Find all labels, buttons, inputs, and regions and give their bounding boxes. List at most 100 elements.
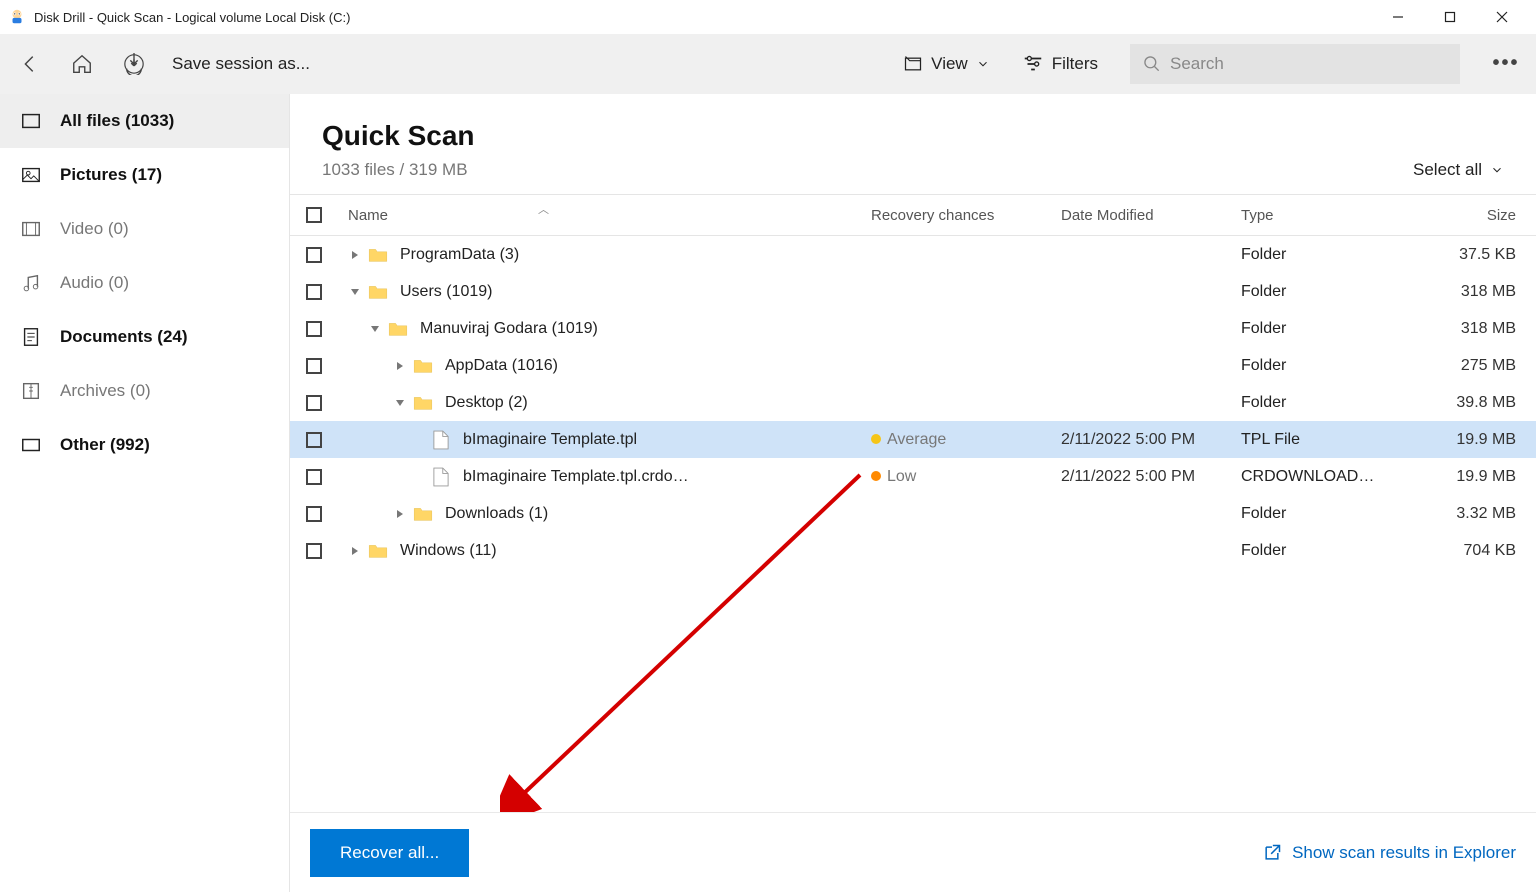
item-name: Manuviraj Godara (1019) <box>420 320 598 338</box>
select-all-button[interactable]: Select all <box>1413 160 1504 180</box>
file-size: 318 MB <box>1406 283 1536 301</box>
file-icon <box>433 467 451 487</box>
folder-icon <box>368 543 388 559</box>
col-type[interactable]: Type <box>1241 207 1406 224</box>
minimize-button[interactable] <box>1372 2 1424 32</box>
row-checkbox[interactable] <box>306 284 322 300</box>
file-size: 19.9 MB <box>1406 468 1536 486</box>
back-button[interactable] <box>12 46 48 82</box>
expand-caret-icon[interactable] <box>368 322 382 336</box>
folder-row[interactable]: Users (1019)Folder318 MB <box>290 273 1536 310</box>
sidebar: All files (1033) Pictures (17) Video (0) Au… <box>0 94 290 892</box>
date-modified: 2/11/2022 5:00 PM <box>1061 468 1241 486</box>
file-type: Folder <box>1241 542 1406 560</box>
page-title: Quick Scan <box>322 120 475 152</box>
col-name[interactable]: Name︿ <box>338 207 871 224</box>
col-date[interactable]: Date Modified <box>1061 207 1241 224</box>
sidebar-item-documents[interactable]: Documents (24) <box>0 310 289 364</box>
file-size: 275 MB <box>1406 357 1536 375</box>
row-checkbox[interactable] <box>306 543 322 559</box>
row-checkbox[interactable] <box>306 469 322 485</box>
maximize-button[interactable] <box>1424 2 1476 32</box>
folder-row[interactable]: Downloads (1) Folder3.32 MB <box>290 495 1536 532</box>
search-box[interactable] <box>1130 44 1460 84</box>
folder-icon <box>413 506 433 522</box>
audio-icon <box>20 272 42 294</box>
file-icon <box>433 430 451 450</box>
file-type: CRDOWNLOAD… <box>1241 468 1406 486</box>
search-icon <box>1142 54 1162 74</box>
window-title: Disk Drill - Quick Scan - Logical volume… <box>34 10 350 25</box>
folder-icon <box>368 284 388 300</box>
row-checkbox[interactable] <box>306 247 322 263</box>
row-checkbox[interactable] <box>306 432 322 448</box>
sidebar-item-label: Other (992) <box>60 435 150 455</box>
folder-icon <box>413 358 433 374</box>
archives-icon <box>20 380 42 402</box>
recovery-dot-icon <box>871 471 881 481</box>
sidebar-item-label: Audio (0) <box>60 273 129 293</box>
recover-all-button[interactable]: Recover all... <box>310 829 469 877</box>
home-button[interactable] <box>64 46 100 82</box>
folder-row[interactable]: ProgramData (3)Folder37.5 KB <box>290 236 1536 273</box>
filters-button[interactable]: Filters <box>1022 53 1098 75</box>
file-size: 318 MB <box>1406 320 1536 338</box>
folder-row[interactable]: Windows (11)Folder704 KB <box>290 532 1536 569</box>
file-size: 37.5 KB <box>1406 246 1536 264</box>
sidebar-item-label: Pictures (17) <box>60 165 162 185</box>
expand-caret-icon[interactable] <box>393 507 407 521</box>
file-type: Folder <box>1241 246 1406 264</box>
sidebar-item-archives[interactable]: Archives (0) <box>0 364 289 418</box>
col-size[interactable]: Size <box>1406 207 1536 224</box>
save-session-icon[interactable] <box>116 46 152 82</box>
folder-icon <box>368 247 388 263</box>
expand-caret-icon[interactable] <box>348 544 362 558</box>
sidebar-item-pictures[interactable]: Pictures (17) <box>0 148 289 202</box>
expand-caret-icon[interactable] <box>348 285 362 299</box>
view-menu[interactable]: View <box>903 54 990 74</box>
expand-caret-icon[interactable] <box>393 396 407 410</box>
row-checkbox[interactable] <box>306 506 322 522</box>
item-name: Windows (11) <box>400 542 497 560</box>
sidebar-item-label: All files (1033) <box>60 111 174 131</box>
folder-icon <box>388 321 408 337</box>
close-button[interactable] <box>1476 2 1528 32</box>
date-modified: 2/11/2022 5:00 PM <box>1061 431 1241 449</box>
file-type: Folder <box>1241 505 1406 523</box>
show-in-explorer-link[interactable]: Show scan results in Explorer <box>1262 843 1516 863</box>
page-subtitle: 1033 files / 319 MB <box>322 160 475 180</box>
file-size: 3.32 MB <box>1406 505 1536 523</box>
sidebar-item-all-files[interactable]: All files (1033) <box>0 94 289 148</box>
select-all-checkbox[interactable] <box>306 207 322 223</box>
sidebar-item-video[interactable]: Video (0) <box>0 202 289 256</box>
pictures-icon <box>20 164 42 186</box>
expand-caret-icon[interactable] <box>393 359 407 373</box>
search-input[interactable] <box>1170 54 1448 74</box>
folder-row[interactable]: Desktop (2)Folder39.8 MB <box>290 384 1536 421</box>
col-recovery[interactable]: Recovery chances <box>871 207 1061 224</box>
documents-icon <box>20 326 42 348</box>
row-checkbox[interactable] <box>306 321 322 337</box>
file-size: 39.8 MB <box>1406 394 1536 412</box>
file-type: TPL File <box>1241 431 1406 449</box>
folder-row[interactable]: Manuviraj Godara (1019)Folder318 MB <box>290 310 1536 347</box>
item-name: Downloads (1) <box>445 505 548 523</box>
recovery-label: Average <box>887 431 946 448</box>
file-size: 19.9 MB <box>1406 431 1536 449</box>
item-name: Desktop (2) <box>445 394 528 412</box>
file-row[interactable]: bImaginaire Template.tpl.crdo…Low2/11/20… <box>290 458 1536 495</box>
file-row[interactable]: bImaginaire Template.tplAverage2/11/2022… <box>290 421 1536 458</box>
sidebar-item-audio[interactable]: Audio (0) <box>0 256 289 310</box>
titlebar: Disk Drill - Quick Scan - Logical volume… <box>0 0 1536 34</box>
save-session-link[interactable]: Save session as... <box>172 54 310 74</box>
app-icon <box>8 8 26 26</box>
file-type: Folder <box>1241 283 1406 301</box>
more-menu[interactable]: ••• <box>1488 46 1524 82</box>
row-checkbox[interactable] <box>306 358 322 374</box>
row-checkbox[interactable] <box>306 395 322 411</box>
column-headers: Name︿ Recovery chances Date Modified Typ… <box>290 194 1536 236</box>
sidebar-item-other[interactable]: Other (992) <box>0 418 289 472</box>
folder-row[interactable]: AppData (1016)Folder275 MB <box>290 347 1536 384</box>
expand-caret-icon[interactable] <box>348 248 362 262</box>
main: Quick Scan 1033 files / 319 MB Select al… <box>290 94 1536 892</box>
